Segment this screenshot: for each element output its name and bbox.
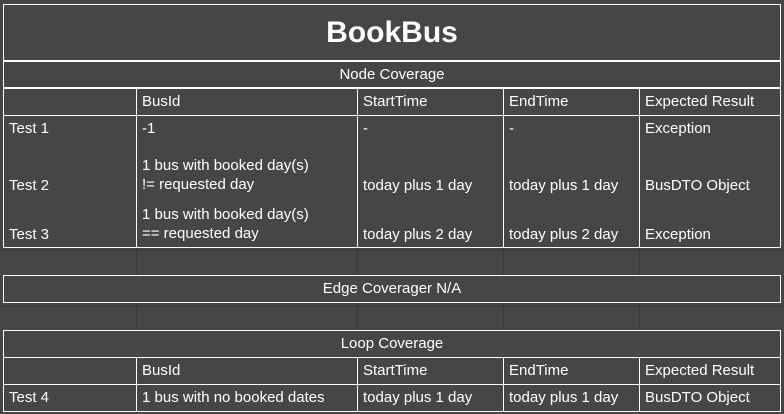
table-cell-starttime: -	[363, 120, 368, 137]
node-coverage-heading: Node Coverage	[3, 61, 781, 88]
table-cell-endtime: today plus 1 day	[509, 177, 619, 194]
table-cell-endtime: today plus 2 day	[509, 226, 619, 243]
gridline	[0, 306, 784, 307]
spreadsheet-grid: BookBus Node Coverage BusId StartTime En…	[0, 0, 784, 414]
header-cell-test	[3, 88, 137, 116]
gridline	[357, 248, 358, 275]
header-cell-starttime: StartTime	[357, 357, 504, 385]
header-cell-starttime: StartTime	[357, 88, 504, 116]
table-cell-test: Test 2	[9, 177, 50, 194]
gridline	[136, 303, 137, 328]
page-title: BookBus	[3, 4, 781, 61]
header-cell-endtime: EndTime	[503, 88, 640, 116]
header-cell-endtime: EndTime	[503, 357, 640, 385]
gridline	[639, 303, 640, 328]
table-cell-starttime: today plus 1 day	[363, 177, 473, 194]
header-cell-busid: BusId	[136, 357, 358, 385]
table-cell-test: Test 3	[9, 226, 50, 243]
gridline	[503, 303, 504, 328]
table-cell-starttime: today plus 1 day	[357, 384, 504, 412]
table-cell-test: Test 4	[3, 384, 137, 412]
table-cell-busid: -1	[142, 120, 156, 137]
header-cell-expected: Expected Result	[639, 357, 781, 385]
table-cell-test: Test 1	[9, 120, 50, 137]
header-cell-test	[3, 357, 137, 385]
table-cell-expected: BusDTO Object	[645, 177, 750, 194]
gridline	[0, 250, 784, 251]
edge-coverage-heading: Edge Coverager N/A	[3, 275, 781, 303]
table-cell-busid-line1: 1 bus with booked day(s)	[142, 157, 309, 174]
table-cell-expected: Exception	[645, 226, 711, 243]
table-cell-expected: BusDTO Object	[639, 384, 781, 412]
loop-coverage-heading: Loop Coverage	[3, 330, 781, 358]
header-cell-busid: BusId	[136, 88, 358, 116]
table-cell-busid-line1: 1 bus with booked day(s)	[142, 206, 309, 223]
header-cell-expected: Expected Result	[639, 88, 781, 116]
table-cell-endtime: today plus 1 day	[503, 384, 640, 412]
gridline	[357, 303, 358, 328]
gridline	[136, 248, 137, 275]
gridline	[503, 248, 504, 275]
table-cell-busid-line2: != requested day	[142, 176, 255, 193]
table-cell-busid-line2: == requested day	[142, 225, 259, 242]
gridline	[639, 248, 640, 275]
table-cell-expected: Exception	[645, 120, 711, 137]
table-cell-starttime: today plus 2 day	[363, 226, 473, 243]
table-cell-endtime: -	[509, 120, 514, 137]
table-cell-busid: 1 bus with no booked dates	[136, 384, 358, 412]
